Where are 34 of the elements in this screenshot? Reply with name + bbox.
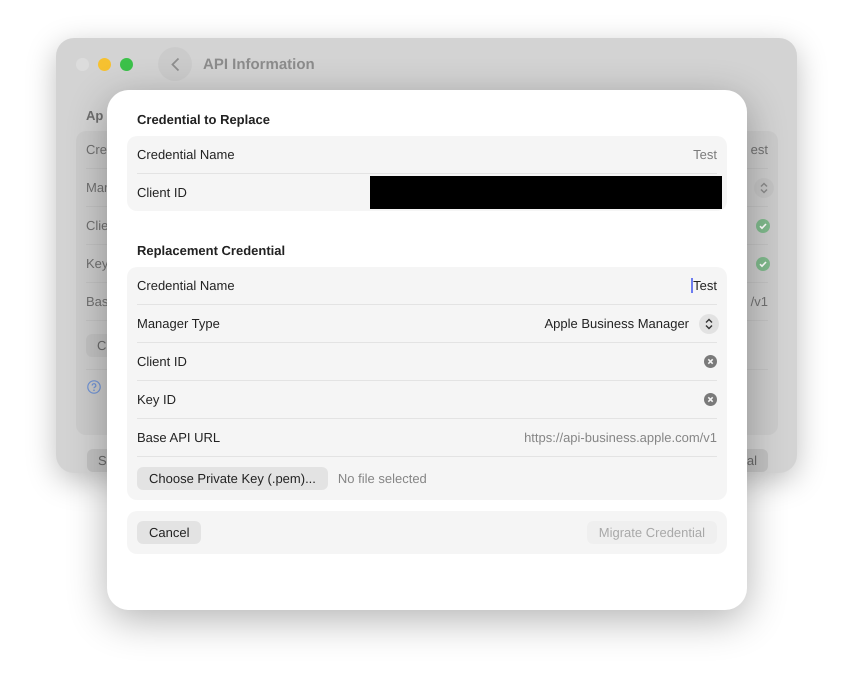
field-label: Credential Name	[137, 278, 235, 293]
field-label: Mar	[86, 180, 108, 195]
choose-key-button[interactable]: Choose Private Key (.pem)...	[137, 467, 328, 490]
field-label: Key	[86, 256, 108, 271]
window-title: API Information	[203, 56, 315, 72]
field-label: Credential Name	[137, 147, 235, 162]
minimize-light-icon[interactable]	[98, 58, 111, 70]
field-label: Base API URL	[137, 430, 220, 445]
field-label: Key ID	[137, 392, 176, 407]
stepper-icon[interactable]	[704, 318, 714, 330]
checkmark-icon	[756, 256, 770, 270]
clear-icon[interactable]	[704, 393, 717, 406]
checkmark-icon	[756, 218, 770, 232]
manager-type-popup[interactable]: Apple Business Manager	[544, 314, 719, 334]
text-field[interactable]: Test	[691, 278, 717, 293]
field-label: Clie	[86, 218, 108, 233]
back-icon[interactable]	[170, 56, 180, 72]
field-value: Test	[693, 147, 717, 162]
cancel-button[interactable]: Cancel	[137, 521, 202, 544]
section-title: Replacement Credential	[136, 242, 286, 260]
field-value: est	[750, 142, 768, 157]
field-label: Manager Type	[137, 316, 220, 331]
field-value: /v1	[750, 294, 768, 309]
section-title: Ap	[86, 108, 104, 123]
clear-icon[interactable]	[704, 355, 717, 368]
zoom-light-icon[interactable]	[120, 58, 133, 70]
field-label: Bas	[86, 294, 108, 309]
help-icon[interactable]	[87, 380, 101, 394]
file-status: No file selected	[338, 471, 427, 486]
section-title: Credential to Replace	[136, 111, 271, 129]
field-label: Client ID	[137, 185, 187, 200]
field-label: Cre	[86, 142, 107, 157]
text-field[interactable]: https://api-business.apple.com/v1	[417, 430, 717, 445]
field-label: Client ID	[137, 354, 187, 369]
